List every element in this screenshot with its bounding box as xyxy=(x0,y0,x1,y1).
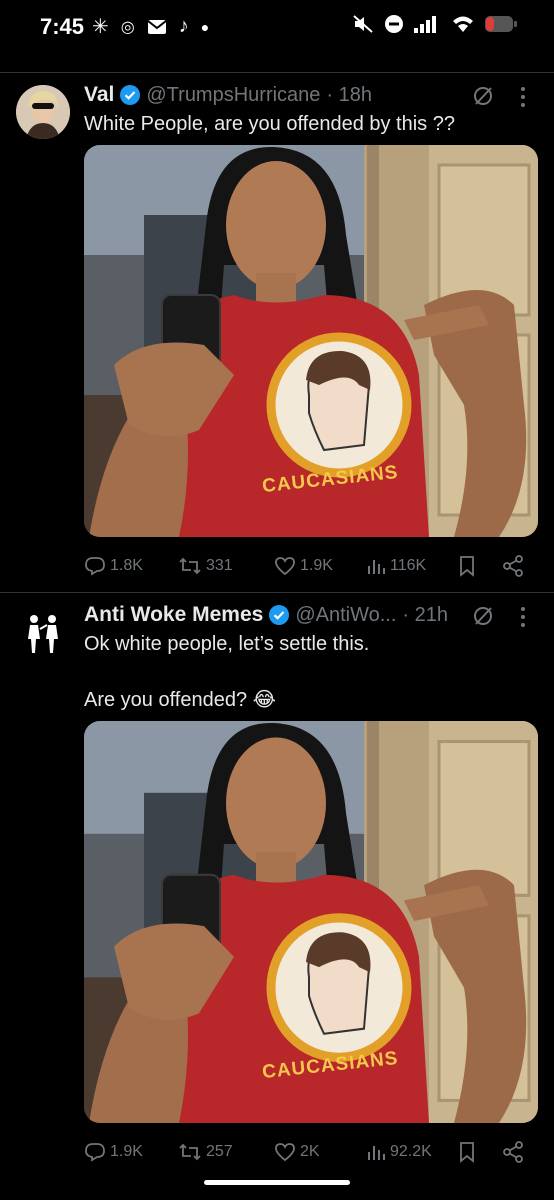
timestamp[interactable]: · 18h xyxy=(326,84,372,107)
views-button[interactable]: 92.2K xyxy=(366,1142,432,1162)
more-options-icon[interactable] xyxy=(518,85,528,109)
reply-button[interactable]: 1.8K xyxy=(84,556,143,576)
status-time: 7:45 xyxy=(40,14,85,39)
sparkle-icon: ✳ xyxy=(92,15,109,38)
grok-icon[interactable] xyxy=(472,605,494,627)
like-icon xyxy=(275,557,295,576)
like-button[interactable]: 2K xyxy=(274,1142,320,1162)
share-icon[interactable] xyxy=(502,1141,524,1163)
mail-icon xyxy=(147,19,167,34)
home-indicator[interactable] xyxy=(204,1180,350,1185)
repost-count: 331 xyxy=(206,557,233,574)
views-icon xyxy=(368,560,385,574)
reply-button[interactable]: 1.9K xyxy=(84,1142,143,1162)
tweet-header: Anti Woke Memes @AntiWo... · 21h xyxy=(84,603,448,627)
more-options-icon[interactable] xyxy=(518,605,528,629)
tweet-image[interactable]: CAUCASIANS xyxy=(84,145,538,537)
views-icon xyxy=(368,1146,385,1160)
tweet-image[interactable]: CAUCASIANS xyxy=(84,721,538,1123)
mute-icon xyxy=(353,15,373,33)
battery-icon xyxy=(485,16,517,32)
bookmark-icon[interactable] xyxy=(458,555,476,577)
tiktok-icon: ♪ xyxy=(178,15,189,37)
repost-button[interactable]: 331 xyxy=(178,556,233,576)
reply-count: 1.8K xyxy=(110,557,143,574)
avatar[interactable] xyxy=(16,605,70,659)
views-button[interactable]: 116K xyxy=(366,556,426,576)
wifi-icon xyxy=(453,16,473,32)
views-count: 116K xyxy=(390,557,427,574)
bookmark-icon[interactable] xyxy=(458,1141,476,1163)
verified-badge-icon xyxy=(269,605,290,625)
grok-icon[interactable] xyxy=(472,85,494,107)
display-name[interactable]: Val xyxy=(84,83,114,107)
handle[interactable]: @TrumpsHurricane xyxy=(146,84,320,107)
dot-icon: ● xyxy=(200,18,210,35)
avatar[interactable] xyxy=(16,85,70,139)
tweet-actions: 1.8K 331 1.9K 116K xyxy=(84,553,538,579)
like-button[interactable]: 1.9K xyxy=(274,556,333,576)
handle[interactable]: @AntiWo... xyxy=(295,604,396,627)
tweet-actions: 1.9K 257 2K 92.2K xyxy=(84,1139,538,1165)
share-icon[interactable] xyxy=(502,555,524,577)
tweet-1[interactable]: Val @TrumpsHurricane · 18h White People,… xyxy=(0,73,554,591)
repost-button[interactable]: 257 xyxy=(178,1142,233,1162)
tweet-header: Val @TrumpsHurricane · 18h xyxy=(84,83,372,107)
repost-count: 257 xyxy=(206,1143,233,1160)
like-icon xyxy=(275,1143,295,1162)
like-count: 1.9K xyxy=(300,557,333,574)
tweet-text-line-2: Are you offended? 😂 xyxy=(84,689,277,711)
timestamp[interactable]: · 21h xyxy=(402,604,448,627)
tweet-2[interactable]: Anti Woke Memes @AntiWo... · 21h Ok whit… xyxy=(0,593,554,1183)
views-count: 92.2K xyxy=(390,1143,432,1160)
reply-icon xyxy=(85,557,105,576)
like-count: 2K xyxy=(300,1143,320,1160)
display-name[interactable]: Anti Woke Memes xyxy=(84,603,263,627)
tweet-text: White People, are you offended by this ?… xyxy=(84,113,455,135)
do-not-disturb-icon xyxy=(385,15,403,33)
tweet-text-line-1: Ok white people, let’s settle this. xyxy=(84,633,370,655)
repost-icon xyxy=(179,557,201,575)
status-bar: 7:45 ✳ ◎ ♪ ● xyxy=(0,0,554,60)
reply-count: 1.9K xyxy=(110,1143,143,1160)
reply-icon xyxy=(85,1143,105,1162)
verified-badge-icon xyxy=(120,85,141,105)
repost-icon xyxy=(179,1143,201,1161)
signal-icon xyxy=(414,16,436,33)
status-left-icons: ✳ ◎ ♪ ● xyxy=(92,15,209,38)
status-right-icons xyxy=(352,14,518,34)
location-icon: ◎ xyxy=(120,18,135,36)
